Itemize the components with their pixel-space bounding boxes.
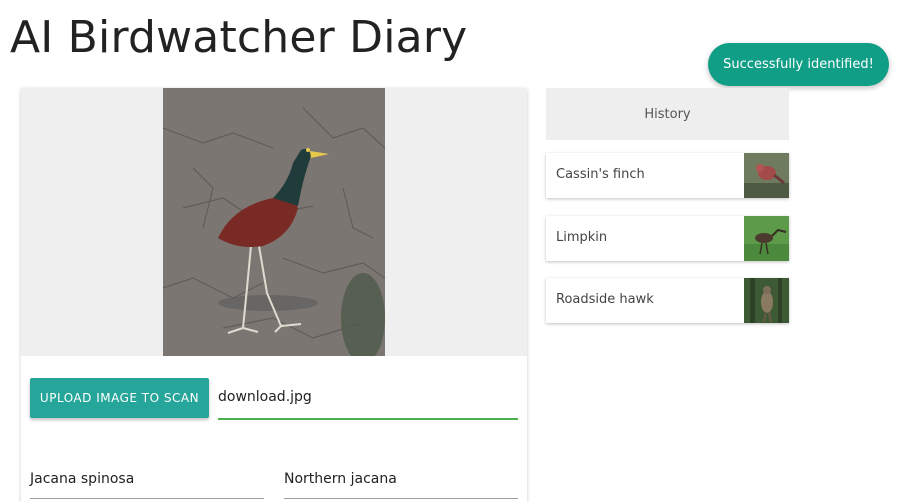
common-name-field[interactable]: Northern jacana [284, 462, 518, 499]
file-name-field[interactable]: download.jpg [218, 378, 518, 420]
upload-image-button[interactable]: Upload image to scan [30, 378, 209, 418]
success-toast: Successfully identified! [708, 43, 889, 86]
history-item-label: Roadside hawk [556, 292, 654, 307]
scientific-name-field[interactable]: Jacana spinosa [30, 462, 264, 499]
limpkin-thumbnail-icon [744, 216, 789, 261]
history-item-cassins-finch[interactable]: Cassin's finch [546, 153, 789, 198]
common-name-value: Northern jacana [284, 471, 397, 487]
history-item-roadside-hawk[interactable]: Roadside hawk [546, 278, 789, 323]
app-title: AI Birdwatcher Diary [10, 12, 468, 63]
toast-message: Successfully identified! [723, 57, 874, 72]
image-preview-area [21, 88, 527, 356]
bird-photo [163, 88, 385, 356]
history-header: History [546, 88, 789, 140]
hawk-thumbnail-icon [744, 278, 789, 323]
history-item-limpkin[interactable]: Limpkin [546, 216, 789, 261]
file-name-value: download.jpg [218, 389, 312, 405]
history-item-label: Limpkin [556, 230, 608, 245]
finch-thumbnail-icon [744, 153, 789, 198]
scan-card: Upload image to scan download.jpg Jacana… [21, 88, 527, 502]
scientific-name-value: Jacana spinosa [30, 471, 135, 487]
history-item-label: Cassin's finch [556, 167, 645, 182]
